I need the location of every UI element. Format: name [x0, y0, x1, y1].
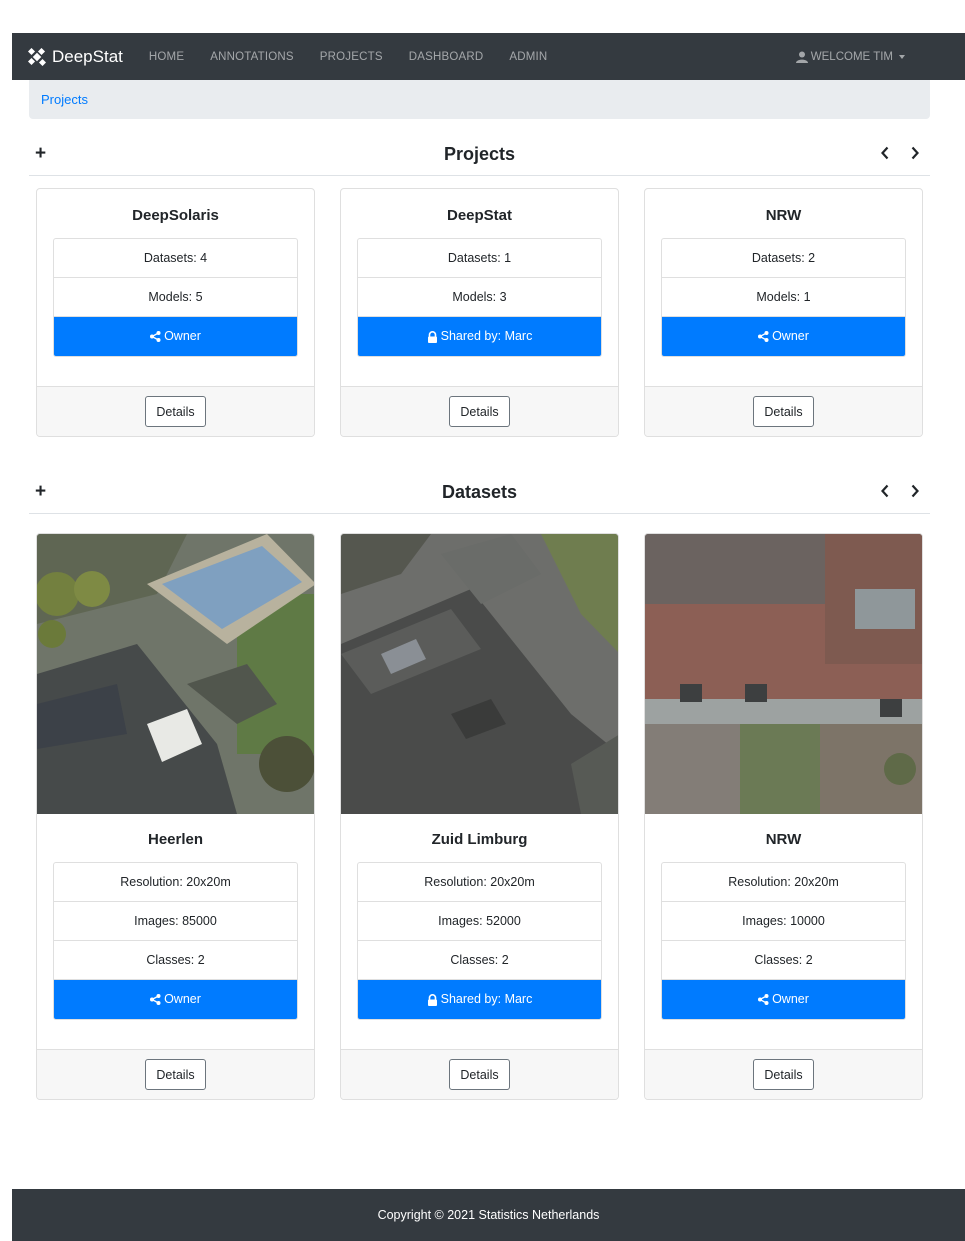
access-label: Owner	[164, 992, 201, 1006]
chevron-right-icon[interactable]	[910, 484, 920, 498]
projects-title: Projects	[443, 144, 516, 164]
chevron-left-icon[interactable]	[880, 484, 890, 498]
dataset-card: NRW Resolution: 20x20m Images: 10000 Cla…	[644, 533, 923, 1100]
chevron-down-icon	[899, 54, 905, 59]
details-button[interactable]: Details	[753, 1059, 814, 1090]
project-access: Shared by: Marc	[358, 317, 601, 356]
project-name: DeepSolaris	[132, 207, 219, 224]
project-name: NRW	[765, 207, 802, 224]
project-models: Models: 5	[54, 278, 297, 317]
breadcrumb: Projects	[29, 80, 930, 119]
dataset-name: Heerlen	[147, 831, 204, 848]
breadcrumb-projects[interactable]: Projects	[41, 92, 88, 107]
access-label: Shared by: Marc	[440, 329, 533, 343]
dataset-resolution: Resolution: 20x20m	[54, 863, 297, 902]
project-card: DeepStat Datasets: 1 Models: 3 Shared by…	[340, 188, 619, 437]
dataset-name: Zuid Limburg	[431, 831, 528, 848]
card-footer: Details	[37, 386, 314, 436]
nav-admin[interactable]: ADMIN	[509, 51, 547, 63]
dataset-card: Zuid Limburg Resolution: 20x20m Images: …	[340, 533, 619, 1100]
brand-link[interactable]: DeepStat	[28, 47, 123, 67]
satellite-icon	[28, 47, 46, 66]
project-datasets: Datasets: 4	[54, 239, 297, 278]
nav-home[interactable]: HOME	[149, 51, 184, 63]
dataset-card: Heerlen Resolution: 20x20m Images: 85000…	[36, 533, 315, 1100]
project-models: Models: 3	[358, 278, 601, 317]
project-info-list: Datasets: 2 Models: 1 Owner	[661, 238, 906, 357]
details-button[interactable]: Details	[449, 396, 510, 427]
project-access: Owner	[54, 317, 297, 356]
share-icon	[758, 994, 769, 1005]
dataset-classes: Classes: 2	[662, 941, 905, 980]
project-datasets: Datasets: 2	[662, 239, 905, 278]
access-label: Owner	[772, 329, 809, 343]
copyright-text: Copyright © 2021 Statistics Netherlands	[377, 1208, 600, 1222]
details-button[interactable]: Details	[145, 1059, 206, 1090]
card-footer: Details	[341, 386, 618, 436]
dataset-resolution: Resolution: 20x20m	[358, 863, 601, 902]
chevron-left-icon[interactable]	[880, 146, 890, 160]
user-menu[interactable]: WELCOME TIM	[795, 33, 905, 80]
details-button[interactable]: Details	[449, 1059, 510, 1090]
dataset-info-list: Resolution: 20x20m Images: 10000 Classes…	[661, 862, 906, 1020]
aerial-image	[37, 534, 314, 814]
dataset-images: Images: 85000	[54, 902, 297, 941]
dataset-classes: Classes: 2	[358, 941, 601, 980]
top-navbar: DeepStat HOME ANNOTATIONS PROJECTS DASHB…	[12, 33, 965, 80]
dataset-images: Images: 52000	[358, 902, 601, 941]
dataset-name: NRW	[765, 831, 802, 848]
aerial-image	[645, 534, 922, 814]
project-models: Models: 1	[662, 278, 905, 317]
access-label: Owner	[772, 992, 809, 1006]
nav-projects[interactable]: PROJECTS	[320, 51, 383, 63]
brand-name: DeepStat	[52, 46, 123, 66]
card-footer: Details	[645, 386, 922, 436]
dataset-images: Images: 10000	[662, 902, 905, 941]
lock-icon	[427, 993, 437, 1006]
project-card: NRW Datasets: 2 Models: 1 Owner Details	[644, 188, 923, 437]
page-footer: Copyright © 2021 Statistics Netherlands	[12, 1189, 965, 1241]
user-icon	[795, 51, 808, 63]
details-button[interactable]: Details	[145, 396, 206, 427]
aerial-image	[341, 534, 618, 814]
details-button[interactable]: Details	[753, 396, 814, 427]
dataset-access: Owner	[662, 980, 905, 1019]
share-icon	[758, 331, 769, 342]
projects-header: + Projects	[29, 140, 930, 176]
datasets-header: + Datasets	[29, 478, 930, 514]
dataset-info-list: Resolution: 20x20m Images: 85000 Classes…	[53, 862, 298, 1020]
access-label: Shared by: Marc	[440, 992, 533, 1006]
project-card: DeepSolaris Datasets: 4 Models: 5 Owner …	[36, 188, 315, 437]
project-access: Owner	[662, 317, 905, 356]
nav-dashboard[interactable]: DASHBOARD	[409, 51, 484, 63]
welcome-label: WELCOME TIM	[810, 50, 893, 63]
project-name: DeepStat	[446, 207, 513, 224]
datasets-title: Datasets	[441, 482, 518, 502]
nav-annotations[interactable]: ANNOTATIONS	[210, 51, 294, 63]
dataset-classes: Classes: 2	[54, 941, 297, 980]
project-info-list: Datasets: 4 Models: 5 Owner	[53, 238, 298, 357]
dataset-resolution: Resolution: 20x20m	[662, 863, 905, 902]
card-footer: Details	[37, 1049, 314, 1099]
share-icon	[150, 994, 161, 1005]
card-footer: Details	[341, 1049, 618, 1099]
lock-icon	[427, 330, 437, 343]
project-info-list: Datasets: 1 Models: 3 Shared by: Marc	[357, 238, 602, 357]
dataset-access: Owner	[54, 980, 297, 1019]
access-label: Owner	[164, 329, 201, 343]
chevron-right-icon[interactable]	[910, 146, 920, 160]
project-datasets: Datasets: 1	[358, 239, 601, 278]
share-icon	[150, 331, 161, 342]
dataset-info-list: Resolution: 20x20m Images: 52000 Classes…	[357, 862, 602, 1020]
dataset-access: Shared by: Marc	[358, 980, 601, 1019]
card-footer: Details	[645, 1049, 922, 1099]
